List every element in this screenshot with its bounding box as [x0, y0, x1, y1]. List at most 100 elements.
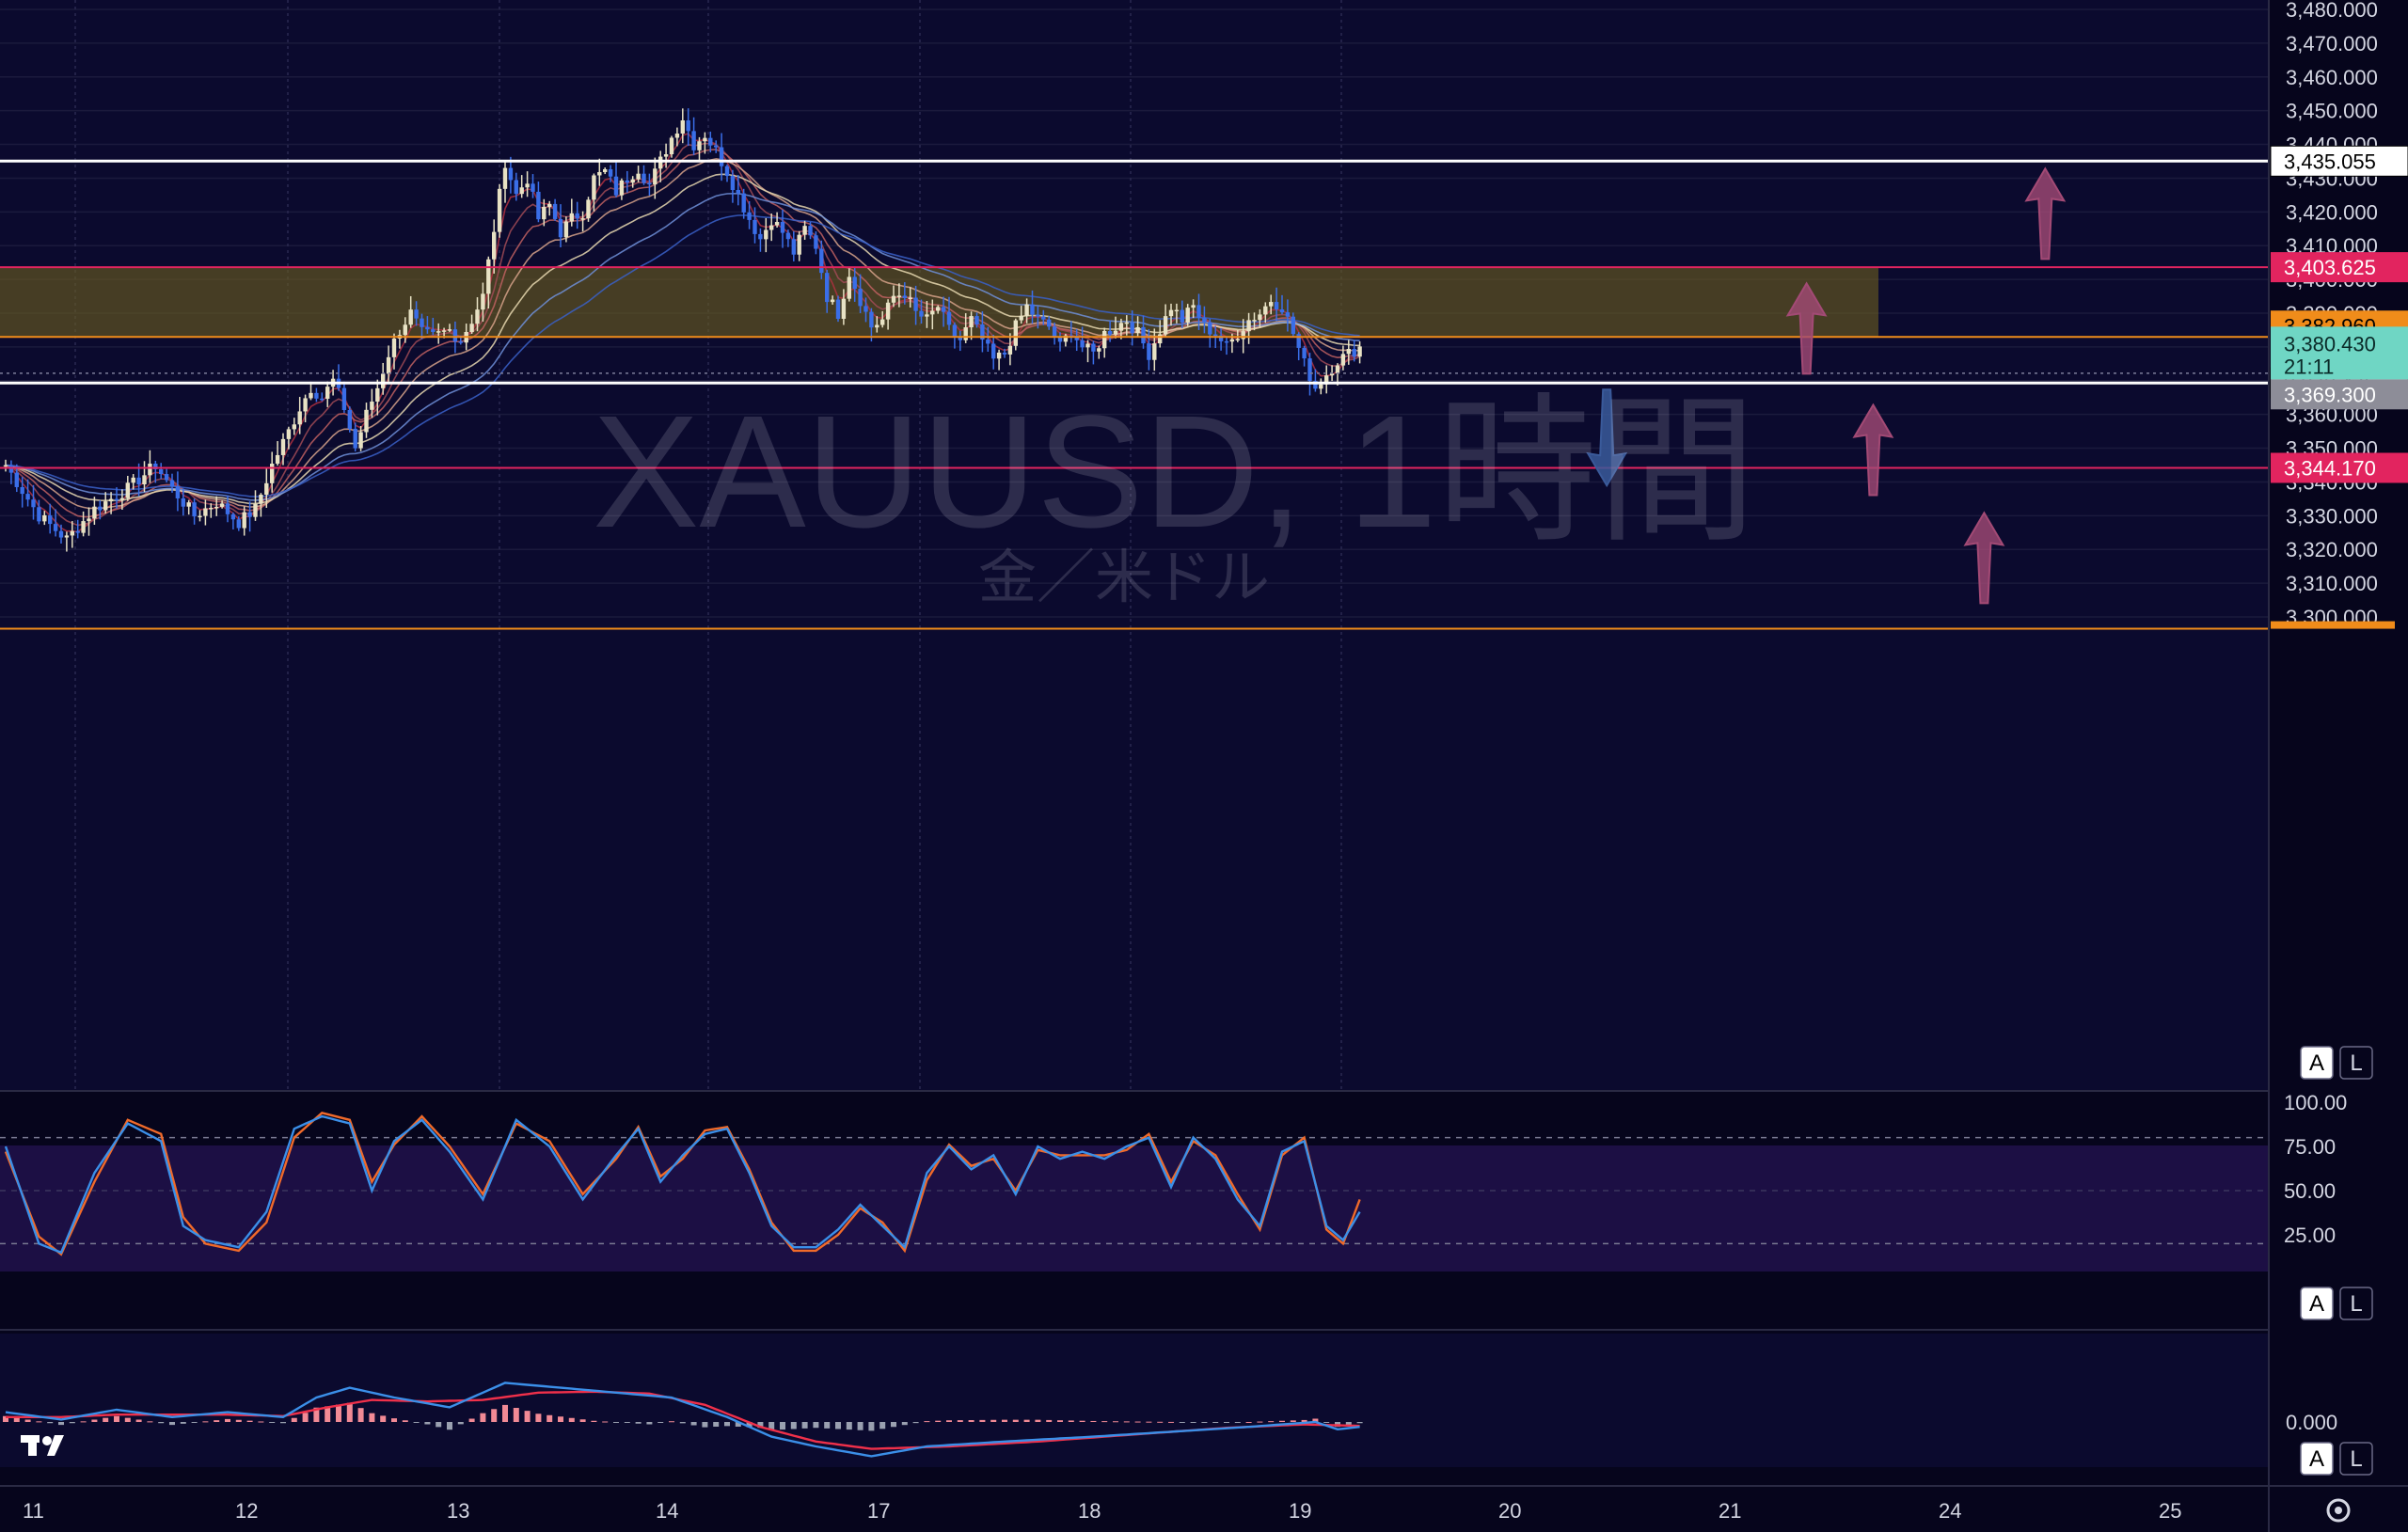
macd-histogram-bar [912, 1422, 919, 1424]
macd-histogram-bar [780, 1422, 785, 1430]
candle-body [1291, 316, 1295, 335]
candle-body [297, 411, 302, 425]
macd-histogram-bar [468, 1418, 475, 1422]
macd-histogram-bar [624, 1422, 630, 1423]
candle-body [841, 298, 847, 319]
candle-body [98, 506, 103, 511]
candle-body [186, 502, 191, 507]
last-price-text: 3,380.430 [2284, 332, 2376, 355]
candle-body [275, 454, 280, 465]
candle-body [497, 188, 502, 232]
candle-body [358, 432, 363, 449]
candle-body [630, 179, 635, 183]
time-tick-label: 19 [1289, 1499, 1311, 1523]
macd-histogram-bar [357, 1408, 364, 1422]
candle-body [420, 318, 424, 327]
stoch-tick-label: 50.00 [2284, 1179, 2336, 1203]
macd-histogram-bar [502, 1404, 508, 1422]
chart-canvas[interactable]: XAUUSD, 1時間 金／米ドル 3,300.0003,310.0003,32… [0, 0, 2408, 1532]
candle-body [92, 506, 97, 519]
candle-body [592, 175, 596, 200]
macd-histogram-bar [47, 1422, 54, 1424]
candle-body [75, 530, 80, 533]
candle-body [1047, 319, 1052, 327]
candle-body [697, 141, 702, 150]
time-axis[interactable]: 11 12 13 14 17 18 19 20 21 24 25 [23, 1499, 2181, 1523]
log-scale-toggle[interactable]: L [2339, 1442, 2373, 1476]
macd-histogram-bar [1046, 1419, 1053, 1422]
macd-histogram-bar [1201, 1422, 1208, 1423]
candle-body [114, 498, 119, 501]
log-scale-toggle[interactable]: L [2339, 1287, 2373, 1320]
candle-body [1168, 309, 1174, 317]
candle-body [919, 310, 924, 317]
macd-histogram-bar [1168, 1421, 1174, 1423]
candle-body [325, 387, 330, 399]
candle-body [536, 191, 541, 220]
macd-histogram-bar [158, 1422, 165, 1424]
candle-body [1208, 322, 1212, 335]
macd-histogram-bar [1212, 1422, 1219, 1423]
time-tick-label: 21 [1719, 1499, 1741, 1523]
macd-histogram-bar [180, 1422, 186, 1424]
candle-body [863, 306, 868, 312]
candle-body [31, 499, 36, 508]
macd-histogram-bar [225, 1418, 230, 1422]
candle-body [1152, 343, 1157, 360]
time-tick-label: 24 [1939, 1499, 1961, 1523]
macd-histogram-bar [846, 1422, 852, 1430]
macd-histogram-bar [69, 1422, 75, 1424]
candle-body [875, 324, 879, 328]
candle-body [20, 486, 24, 495]
macd-histogram-bar [513, 1408, 519, 1422]
stoch-tick-label: 75.00 [2284, 1135, 2336, 1159]
candle-body [436, 331, 441, 333]
candle-body [314, 392, 319, 399]
candle-body [658, 156, 663, 169]
macd-histogram-bar [591, 1420, 597, 1422]
svg-text:A: A [2309, 1446, 2324, 1472]
candle-body [270, 464, 275, 483]
macd-histogram-bar [103, 1417, 109, 1422]
candle-body [1130, 322, 1134, 334]
candle-body [1263, 306, 1268, 315]
candle-body [481, 293, 485, 310]
candle-body [724, 166, 730, 177]
log-scale-toggle[interactable]: L [2339, 1046, 2373, 1080]
auto-scale-toggle[interactable]: A [2300, 1046, 2334, 1080]
macd-histogram-bar [302, 1413, 309, 1422]
candle-body [70, 530, 74, 536]
macd-histogram-bar [1023, 1419, 1030, 1422]
macd-histogram-bar [1323, 1422, 1330, 1423]
candle-body [259, 495, 263, 504]
bottom-level-marker [2271, 621, 2395, 629]
candle-body [1007, 345, 1013, 355]
candle-body [636, 173, 641, 180]
time-tick-label: 12 [235, 1499, 258, 1523]
macd-histogram-bar [901, 1422, 908, 1426]
candle-body [597, 172, 602, 176]
candle-body [885, 302, 891, 320]
candle-body [1274, 302, 1279, 310]
candle-body [558, 218, 563, 238]
stoch-tick-label: 25.00 [2284, 1224, 2336, 1247]
candle-body [986, 340, 990, 344]
candle-body [1252, 320, 1257, 322]
candle-body [730, 176, 736, 190]
candle-body [908, 297, 912, 300]
price-tag-support: 3,344.170 [2271, 452, 2408, 483]
candle-body [1307, 358, 1312, 382]
candle-body [53, 524, 58, 531]
candle-body [1163, 316, 1168, 335]
candle-body [203, 508, 208, 516]
candle-body [747, 212, 752, 220]
auto-scale-toggle[interactable]: A [2300, 1442, 2334, 1476]
candle-body [225, 503, 230, 514]
candle-body [835, 299, 841, 319]
candle-body [103, 501, 108, 511]
auto-scale-toggle[interactable]: A [2300, 1287, 2334, 1320]
candle-body [181, 498, 185, 507]
candle-body [825, 273, 830, 303]
macd-histogram-bar [790, 1422, 797, 1429]
macd-histogram-bar [246, 1420, 253, 1422]
